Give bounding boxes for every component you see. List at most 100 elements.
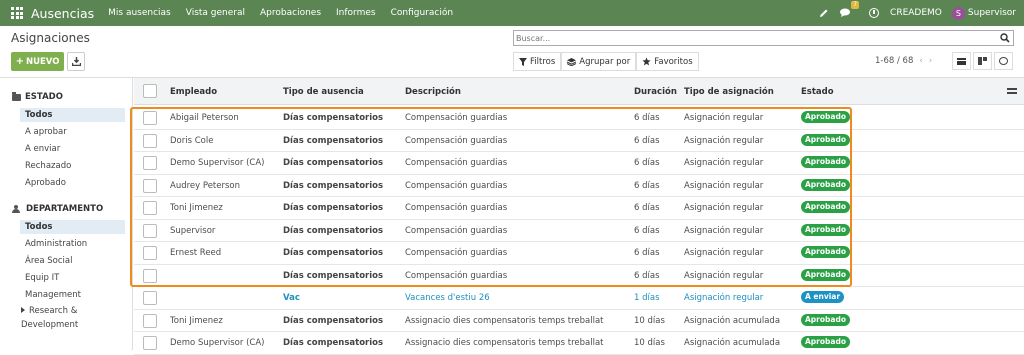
column-state[interactable]: Estado <box>801 87 834 97</box>
group-by-button[interactable]: Agrupar por <box>561 52 637 71</box>
caret-right-icon[interactable] <box>21 307 25 313</box>
column-employee[interactable]: Empleado <box>170 87 217 97</box>
row-checkbox[interactable] <box>143 246 157 260</box>
filters-button[interactable]: Filtros <box>513 52 562 71</box>
activity-view-button[interactable] <box>994 52 1013 70</box>
table-row[interactable]: Toni Jimenez Días compensatorios Assignaci… <box>134 310 1024 332</box>
page-title: Asignaciones <box>11 31 90 45</box>
row-checkbox[interactable] <box>143 133 157 148</box>
clock-icon[interactable] <box>868 7 880 19</box>
department-filter-social[interactable]: Área Social <box>20 254 125 268</box>
cell-duration: 6 días <box>634 158 660 168</box>
row-checkbox[interactable] <box>143 268 157 283</box>
cell-leave-type: Días compensatorios <box>283 113 384 123</box>
row-checkbox[interactable] <box>143 291 157 305</box>
pager-value[interactable]: 1-68 / 68 <box>875 56 913 66</box>
search-icon[interactable] <box>1000 33 1010 43</box>
table-row[interactable]: Abigail Peterson Días compensatorios Compe… <box>134 107 1024 130</box>
table-row[interactable]: Audrey Peterson Días compensatorios Compen… <box>134 175 1024 197</box>
status-badge: Aprobado <box>801 201 850 213</box>
state-filter-to-approve[interactable]: A aprobar <box>20 125 125 139</box>
column-description[interactable]: Descripción <box>405 87 461 97</box>
search-options: Filtros Agrupar por Favoritos <box>513 52 699 71</box>
column-duration[interactable]: Duración <box>634 87 677 97</box>
table-row[interactable]: Ernest Reed Días compensatorios Compensaci… <box>134 242 1024 265</box>
cell-description: Compensación guardias <box>405 203 508 213</box>
cell-leave-type: Días compensatorios <box>283 270 384 281</box>
cell-duration: 6 días <box>634 270 660 281</box>
table-row[interactable]: Demo Supervisor (CA) Días compensatorios C… <box>134 152 1024 175</box>
cell-allocation-type: Asignación regular <box>684 248 764 258</box>
cell-employee: Demo Supervisor (CA) <box>170 338 265 348</box>
department-filter-all[interactable]: Todos <box>20 220 125 234</box>
menu-my-leaves[interactable]: Mis ausencias <box>108 8 171 18</box>
cell-duration: 6 días <box>634 203 660 213</box>
cell-description: Compensación guardias <box>405 225 508 236</box>
cell-description: Assignacio dies compensatoris temps treb… <box>405 338 604 348</box>
kanban-view-icon <box>978 57 987 65</box>
table-row[interactable]: Toni Jimenez Días compensatorios Compensac… <box>134 197 1024 220</box>
table-row[interactable]: Doris Cole Días compensatorios Compensació… <box>134 130 1024 152</box>
row-checkbox[interactable] <box>143 201 157 215</box>
status-badge: Aprobado <box>801 178 850 191</box>
status-badge: Aprobado <box>801 336 850 348</box>
status-badge: Aprobado <box>801 156 850 168</box>
state-filter-refused[interactable]: Rechazado <box>20 159 125 173</box>
user-menu[interactable]: S Supervisor <box>951 6 1016 20</box>
row-checkbox[interactable] <box>143 336 157 350</box>
row-checkbox[interactable] <box>143 111 157 125</box>
new-button-label: NUEVO <box>25 56 60 67</box>
new-button[interactable]: + NUEVO <box>11 52 64 71</box>
search-panel: ESTADO Todos A aprobar A enviar Rechazad… <box>0 78 133 350</box>
row-checkbox[interactable] <box>143 223 157 238</box>
state-filter-all[interactable]: Todos <box>20 108 125 122</box>
pager: 1-68 / 68 ‹ › <box>875 56 932 66</box>
menu-configuration[interactable]: Configuración <box>391 8 453 18</box>
download-button[interactable] <box>67 52 85 71</box>
row-checkbox[interactable] <box>143 313 157 328</box>
table-row[interactable]: Demo Supervisor (CA) Días compensatorios A… <box>134 332 1024 355</box>
column-settings-icon[interactable] <box>1007 86 1017 96</box>
edit-pencil-icon[interactable] <box>818 7 830 19</box>
cell-leave-type: Días compensatorios <box>283 338 384 348</box>
menu-overview[interactable]: Vista general <box>186 8 245 18</box>
search-input[interactable] <box>514 31 984 45</box>
cell-leave-type: Días compensatorios <box>283 158 384 168</box>
department-filter-management[interactable]: Management <box>20 288 125 302</box>
list-view-button[interactable] <box>952 52 971 70</box>
cell-description: Compensación guardias <box>405 248 508 258</box>
kanban-view-button[interactable] <box>973 52 992 70</box>
state-filter-to-submit[interactable]: A enviar <box>20 142 125 156</box>
status-badge: Aprobado <box>801 133 850 146</box>
chevron-left-icon[interactable]: ‹ <box>919 56 922 66</box>
select-all-checkbox[interactable] <box>143 84 157 98</box>
row-checkbox[interactable] <box>143 156 157 170</box>
view-switcher <box>952 52 1013 70</box>
users-icon <box>12 205 22 213</box>
state-filter-approved[interactable]: Aprobado <box>20 176 125 190</box>
menu-reports[interactable]: Informes <box>336 8 376 18</box>
cell-duration: 10 días <box>634 315 665 326</box>
status-badge: Aprobado <box>801 246 850 258</box>
apps-menu-icon[interactable] <box>11 7 23 19</box>
avatar: S <box>951 6 965 20</box>
menu-approvals[interactable]: Aprobaciones <box>260 8 321 18</box>
column-leave-type[interactable]: Tipo de ausencia <box>283 87 364 97</box>
company-name[interactable]: CREADEMO <box>890 8 942 18</box>
folder-icon <box>12 91 21 101</box>
column-allocation-type[interactable]: Tipo de asignación <box>684 87 774 97</box>
cell-leave-type: Días compensatorios <box>283 135 384 146</box>
user-name: Supervisor <box>967 8 1016 18</box>
chat-icon[interactable]: 7 <box>840 1 860 19</box>
cell-allocation-type: Asignación regular <box>684 180 764 191</box>
table-row[interactable]: Vac Vacances d'estiu 26 1 días Asignación r… <box>134 287 1024 310</box>
table-row[interactable]: Supervisor Días compensatorios Compensació… <box>134 220 1024 242</box>
row-checkbox[interactable] <box>143 178 157 193</box>
app-name[interactable]: Ausencias <box>31 6 94 21</box>
department-filter-administration[interactable]: Administration <box>20 237 125 251</box>
department-filter-it[interactable]: Equip IT <box>20 271 125 285</box>
department-filter-rnd[interactable]: Research & Development <box>16 304 121 330</box>
chevron-right-icon[interactable]: › <box>929 56 932 66</box>
table-row[interactable]: Días compensatorios Compensación guardias… <box>134 265 1024 287</box>
favorites-button[interactable]: Favoritos <box>636 52 699 71</box>
